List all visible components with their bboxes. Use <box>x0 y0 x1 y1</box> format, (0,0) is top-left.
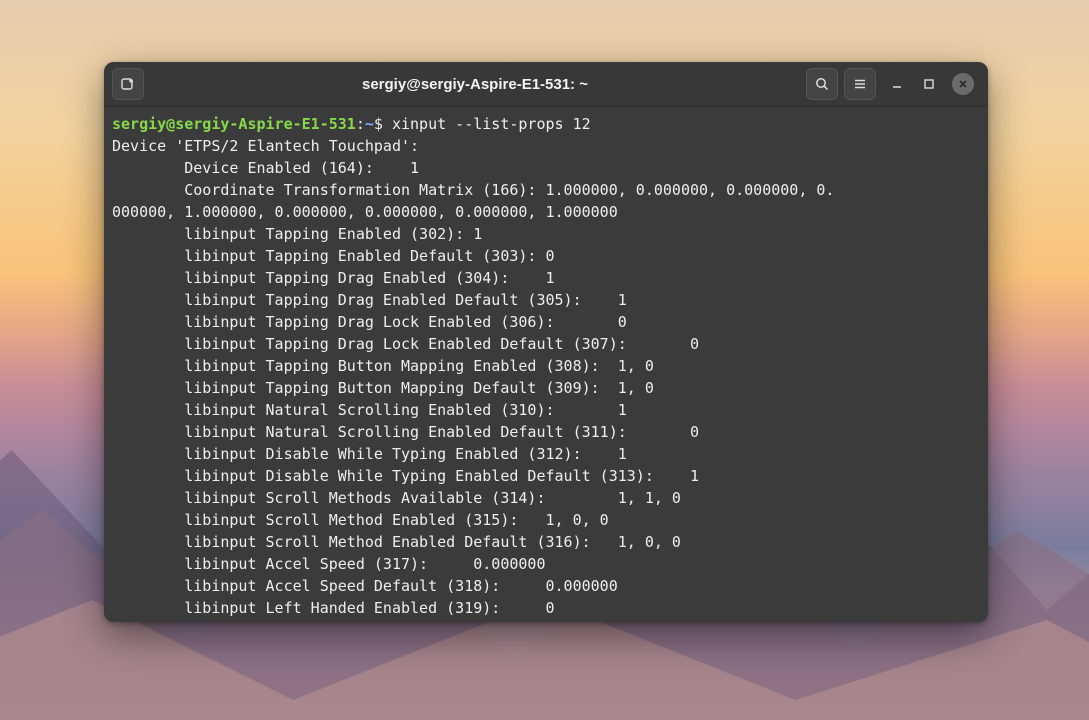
maximize-button[interactable] <box>920 75 938 93</box>
desktop-background: sergiy@sergiy-Aspire-E1-531: ~ <box>0 0 1089 720</box>
prompt-user-host: sergiy@sergiy-Aspire-E1-531 <box>112 115 356 133</box>
close-button[interactable] <box>952 73 974 95</box>
prompt-dollar: $ <box>374 115 392 133</box>
minimize-icon <box>891 78 903 90</box>
prompt-colon: : <box>356 115 365 133</box>
minimize-button[interactable] <box>888 75 906 93</box>
hamburger-icon <box>852 76 868 92</box>
maximize-icon <box>923 78 935 90</box>
terminal-viewport[interactable]: sergiy@sergiy-Aspire-E1-531:~$ xinput --… <box>104 107 988 622</box>
search-button[interactable] <box>806 68 838 100</box>
new-tab-icon <box>120 76 136 92</box>
menu-button[interactable] <box>844 68 876 100</box>
close-icon <box>957 78 969 90</box>
terminal-content: sergiy@sergiy-Aspire-E1-531:~$ xinput --… <box>112 113 980 619</box>
terminal-window: sergiy@sergiy-Aspire-E1-531: ~ <box>104 62 988 622</box>
prompt-path: ~ <box>365 115 374 133</box>
command-text: xinput --list-props 12 <box>392 115 591 133</box>
titlebar: sergiy@sergiy-Aspire-E1-531: ~ <box>104 62 988 107</box>
window-title: sergiy@sergiy-Aspire-E1-531: ~ <box>150 76 800 93</box>
terminal-output: Device 'ETPS/2 Elantech Touchpad': Devic… <box>112 137 834 617</box>
new-tab-button[interactable] <box>112 68 144 100</box>
window-controls <box>888 73 974 95</box>
search-icon <box>814 76 830 92</box>
